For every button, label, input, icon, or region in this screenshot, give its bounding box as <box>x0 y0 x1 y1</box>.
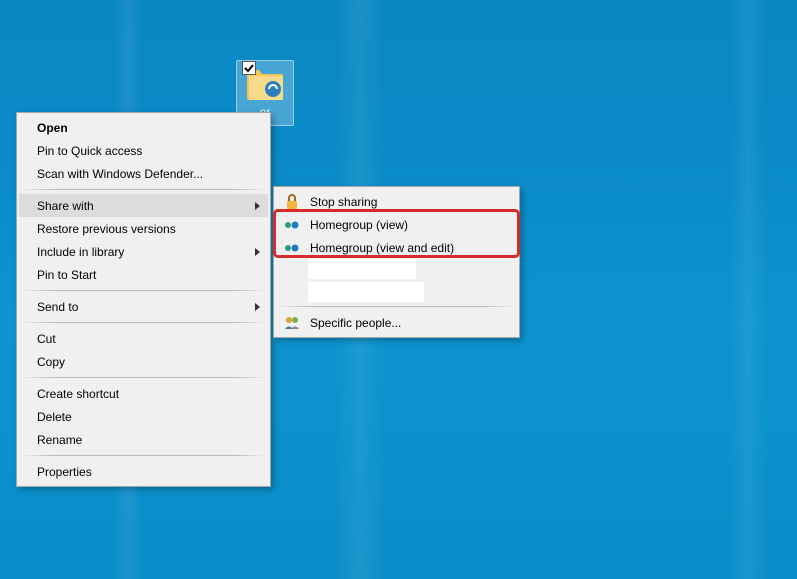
submenu-arrow-icon <box>255 303 260 311</box>
menu-open[interactable]: Open <box>19 116 268 139</box>
menu-separator <box>278 306 515 307</box>
menu-separator <box>21 189 266 190</box>
menu-create-shortcut[interactable]: Create shortcut <box>19 382 268 405</box>
submenu-arrow-icon <box>255 248 260 256</box>
lock-icon <box>283 193 301 211</box>
share-with-submenu: Stop sharing Homegroup (view) Homegroup … <box>273 186 520 338</box>
menu-properties[interactable]: Properties <box>19 460 268 483</box>
menu-scan-defender[interactable]: Scan with Windows Defender... <box>19 162 268 185</box>
submenu-arrow-icon <box>255 202 260 210</box>
submenu-stop-sharing[interactable]: Stop sharing <box>276 190 517 213</box>
people-icon <box>283 314 301 332</box>
menu-share-with[interactable]: Share with <box>19 194 268 217</box>
menu-copy[interactable]: Copy <box>19 350 268 373</box>
submenu-homegroup-view-edit[interactable]: Homegroup (view and edit) <box>276 236 517 259</box>
menu-pin-start[interactable]: Pin to Start <box>19 263 268 286</box>
menu-send-to[interactable]: Send to <box>19 295 268 318</box>
redacted-item <box>276 259 517 302</box>
homegroup-icon <box>283 239 301 257</box>
menu-include-library[interactable]: Include in library <box>19 240 268 263</box>
menu-restore-previous[interactable]: Restore previous versions <box>19 217 268 240</box>
context-menu: Open Pin to Quick access Scan with Windo… <box>16 112 271 487</box>
homegroup-icon <box>283 216 301 234</box>
menu-cut[interactable]: Cut <box>19 327 268 350</box>
menu-rename[interactable]: Rename <box>19 428 268 451</box>
menu-separator <box>21 377 266 378</box>
menu-separator <box>21 455 266 456</box>
menu-pin-quick-access[interactable]: Pin to Quick access <box>19 139 268 162</box>
selection-checkbox-icon <box>242 61 256 75</box>
menu-separator <box>21 322 266 323</box>
submenu-specific-people[interactable]: Specific people... <box>276 311 517 334</box>
menu-separator <box>21 290 266 291</box>
menu-delete[interactable]: Delete <box>19 405 268 428</box>
submenu-homegroup-view[interactable]: Homegroup (view) <box>276 213 517 236</box>
